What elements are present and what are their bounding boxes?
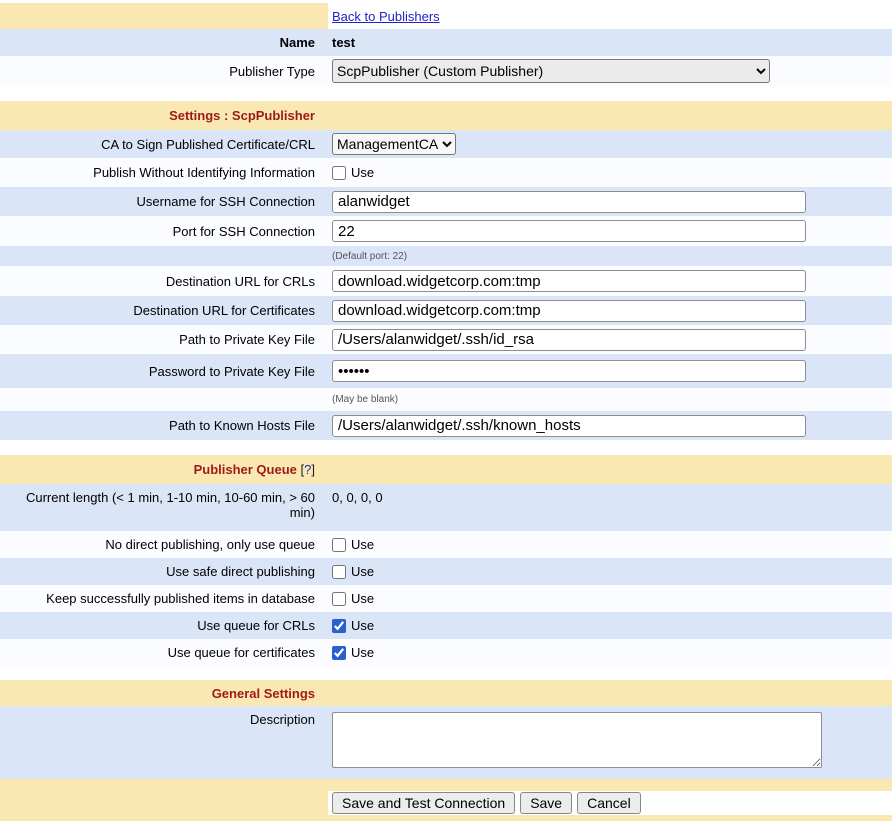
cancel-button[interactable]: Cancel [577,792,641,814]
settings-section-title: Settings : ScpPublisher [169,108,315,123]
port-note-row: (Default port: 22) [0,246,892,266]
queue-length-row: Current length (< 1 min, 1-10 min, 10-60… [0,484,892,531]
footer-bottom-band [0,815,892,821]
save-button[interactable]: Save [520,792,572,814]
keep-published-items-checkbox[interactable] [332,592,346,606]
anonymous-row: Publish Without Identifying Information … [0,158,892,187]
ca-select[interactable]: ManagementCA [332,133,456,155]
known-hosts-row: Path to Known Hosts File [0,411,892,440]
known-hosts-input[interactable] [332,415,806,437]
queue-option-label: No direct publishing, only use queue [0,537,328,552]
queue-option-checkbox-label: Use [351,618,374,633]
publisher-type-select[interactable]: ScpPublisher (Custom Publisher) [332,59,770,83]
no-direct-publishing-checkbox[interactable] [332,538,346,552]
general-section-header: General Settings [0,680,892,706]
private-key-password-note: (May be blank) [332,394,398,405]
private-key-password-label: Password to Private Key File [0,364,328,379]
port-label: Port for SSH Connection [0,224,328,239]
queue-option-label: Use queue for certificates [0,645,328,660]
ca-label: CA to Sign Published Certificate/CRL [0,137,328,152]
anonymous-label: Publish Without Identifying Information [0,165,328,180]
safe-direct-publishing-checkbox[interactable] [332,565,346,579]
port-default-note: (Default port: 22) [332,251,407,262]
cert-url-label: Destination URL for Certificates [0,303,328,318]
queue-length-value: 0, 0, 0, 0 [332,490,383,505]
queue-section-title: Publisher Queue [194,462,297,477]
queue-option-label: Use safe direct publishing [0,564,328,579]
footer-band [0,779,892,791]
description-label: Description [0,706,328,727]
description-textarea[interactable] [332,712,822,768]
use-queue-for-crls-checkbox[interactable] [332,619,346,633]
queue-option-row-queue-crls: Use queue for CRLs Use [0,612,892,639]
private-key-password-note-row: (May be blank) [0,388,892,411]
back-to-publishers-link[interactable]: Back to Publishers [332,9,440,24]
section-gap [0,666,892,680]
username-label: Username for SSH Connection [0,194,328,209]
anonymous-checkbox-label: Use [351,165,374,180]
name-value: test [332,35,355,50]
name-row: Name test [0,29,892,56]
private-key-path-label: Path to Private Key File [0,332,328,347]
actions-row-left-cell [0,791,328,815]
queue-option-row-queue-certs: Use queue for certificates Use [0,639,892,666]
section-gap [0,440,892,455]
queue-option-checkbox-label: Use [351,645,374,660]
private-key-path-input[interactable] [332,329,806,351]
port-input[interactable] [332,220,806,242]
queue-option-checkbox-label: Use [351,591,374,606]
username-input[interactable] [332,191,806,213]
cert-url-input[interactable] [332,300,806,322]
ca-row: CA to Sign Published Certificate/CRL Man… [0,130,892,158]
description-row: Description [0,706,892,779]
crl-url-input[interactable] [332,270,806,292]
known-hosts-label: Path to Known Hosts File [0,418,328,433]
queue-option-row-safe-direct: Use safe direct publishing Use [0,558,892,585]
back-row-right-cell: Back to Publishers [328,3,892,29]
private-key-password-input[interactable] [332,360,806,382]
section-gap [0,86,892,101]
username-row: Username for SSH Connection [0,187,892,216]
save-and-test-button[interactable]: Save and Test Connection [332,792,515,814]
queue-option-checkbox-label: Use [351,537,374,552]
crl-url-row: Destination URL for CRLs [0,266,892,296]
back-row-left-cell [0,3,328,29]
queue-option-row-keep-published: Keep successfully published items in dat… [0,585,892,612]
general-section-title: General Settings [212,686,315,701]
back-link-row: Back to Publishers [0,3,892,29]
private-key-password-row: Password to Private Key File [0,354,892,388]
queue-option-row-no-direct: No direct publishing, only use queue Use [0,531,892,558]
crl-url-label: Destination URL for CRLs [0,274,328,289]
name-label: Name [0,35,328,50]
help-bracket-close: ] [311,462,315,477]
queue-option-label: Keep successfully published items in dat… [0,591,328,606]
actions-row-right-cell: Save and Test Connection Save Cancel [328,791,892,815]
queue-option-label: Use queue for CRLs [0,618,328,633]
queue-length-label: Current length (< 1 min, 1-10 min, 10-60… [0,484,328,520]
port-row: Port for SSH Connection [0,216,892,246]
publisher-type-row: Publisher Type ScpPublisher (Custom Publ… [0,56,892,86]
publisher-type-label: Publisher Type [0,64,328,79]
actions-row: Save and Test Connection Save Cancel [0,791,892,815]
use-queue-for-certificates-checkbox[interactable] [332,646,346,660]
queue-option-checkbox-label: Use [351,564,374,579]
settings-section-header: Settings : ScpPublisher [0,101,892,130]
queue-section-header: Publisher Queue [?] [0,455,892,484]
anonymous-checkbox[interactable] [332,166,346,180]
cert-url-row: Destination URL for Certificates [0,296,892,325]
private-key-path-row: Path to Private Key File [0,325,892,354]
